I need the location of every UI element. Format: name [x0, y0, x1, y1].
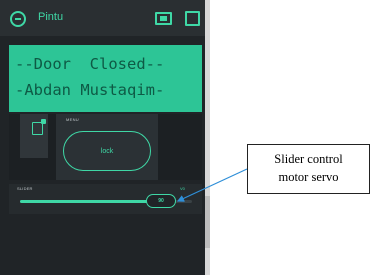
- lcd-display: --Door Closed-- -Abdan Mustaqim-: [9, 45, 202, 112]
- device-icon[interactable]: [155, 12, 172, 25]
- stop-icon[interactable]: [185, 11, 200, 26]
- annotation-callout: Slider control motor servo: [247, 144, 370, 194]
- annotation-line-1: Slider control: [274, 152, 343, 166]
- annotation-line-2: motor servo: [278, 170, 339, 184]
- app-header: [0, 0, 205, 36]
- slider-pin-label: V0: [180, 186, 185, 191]
- scrollbar[interactable]: [205, 196, 210, 248]
- lcd-line-1: --Door Closed--: [15, 55, 165, 73]
- app-title: Pintu: [38, 11, 64, 23]
- lock-button[interactable]: lock: [63, 131, 151, 171]
- slider-label: SLIDER: [17, 186, 33, 191]
- button-widget-label: MENU: [66, 117, 79, 122]
- slider-thumb[interactable]: 90: [146, 194, 177, 208]
- back-icon[interactable]: [10, 11, 26, 27]
- widget-box-icon: [32, 119, 46, 135]
- slider-fill: [20, 200, 162, 203]
- lcd-line-2: -Abdan Mustaqim-: [15, 81, 165, 99]
